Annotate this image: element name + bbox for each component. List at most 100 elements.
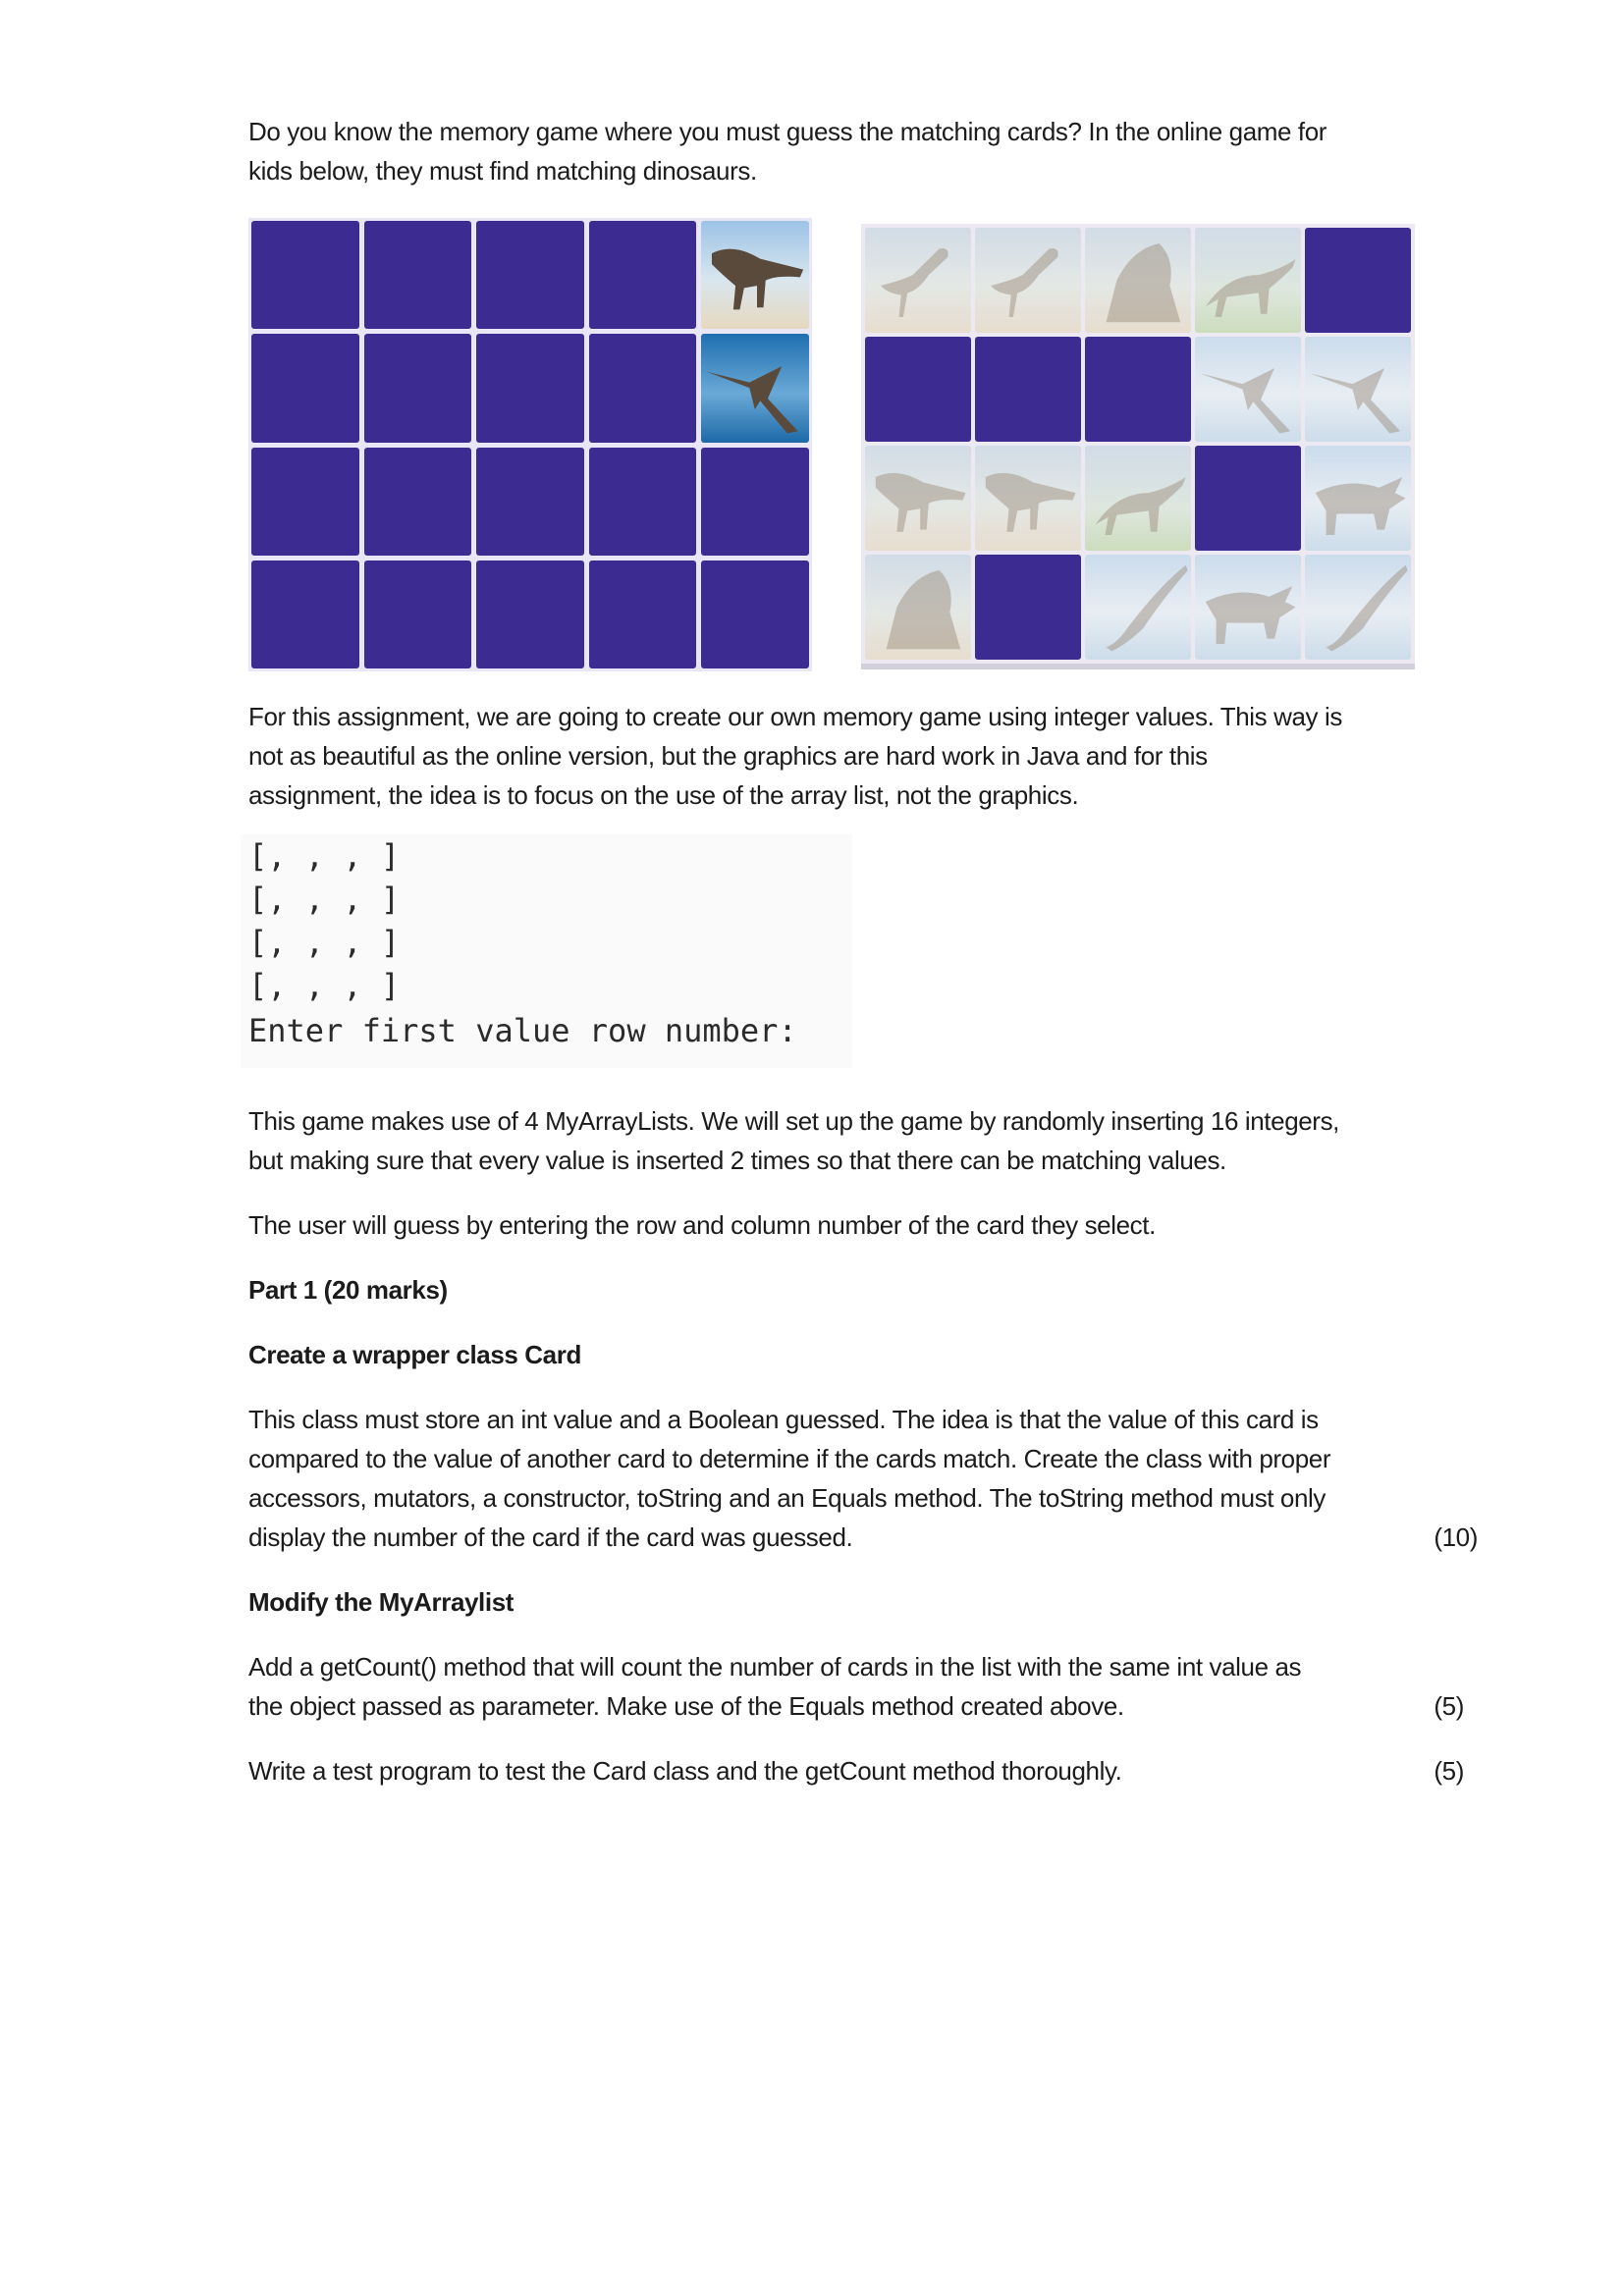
- right-grid-card-hidden: [865, 337, 971, 442]
- left-grid-card-hidden: [363, 447, 472, 556]
- right-grid-card-volcano-dino: [865, 555, 971, 660]
- console-row-1: [, , , ]: [248, 837, 401, 875]
- left-grid-card-hidden: [363, 334, 472, 443]
- card-class-marks: (10): [1434, 1522, 1478, 1552]
- console-row-2: [, , , ]: [248, 881, 401, 918]
- left-grid-card-hidden: [251, 560, 359, 668]
- left-grid-card-hidden: [251, 334, 359, 443]
- description-paragraph: For this assignment, we are going to cre…: [248, 697, 1495, 815]
- long-neck-shape: [1326, 564, 1408, 652]
- pterosaur-shape: [706, 366, 799, 434]
- console-row-3: [, , , ]: [248, 924, 401, 961]
- test-line-text: Write a test program to test the Card cl…: [248, 1756, 1122, 1786]
- left-grid-card-t-rex: [701, 221, 809, 330]
- volcano-dino-shape: [1106, 243, 1181, 323]
- right-grid-card-long-neck: [1085, 555, 1191, 660]
- long-neck-icon: [1326, 564, 1408, 652]
- left-grid-card-hidden: [476, 221, 584, 330]
- ostrich-dino-icon: [881, 248, 948, 317]
- right-grid-card-long-neck: [1305, 555, 1411, 660]
- t-rex-icon: [985, 472, 1076, 532]
- ostrich-dino-shape: [881, 248, 948, 317]
- test-marks: (5): [1434, 1756, 1464, 1786]
- pterosaur-icon: [706, 366, 799, 434]
- part1-heading: Part 1 (20 marks): [248, 1270, 1495, 1309]
- setup-paragraph: This game makes use of 4 MyArrayLists. W…: [248, 1101, 1495, 1180]
- left-grid-card-hidden: [701, 560, 809, 668]
- right-grid-card-hidden: [1305, 228, 1411, 333]
- pterosaur-icon: [1200, 368, 1291, 434]
- guess-info-paragraph: The user will guess by entering the row …: [248, 1205, 1495, 1245]
- modify-line-2-text: the object passed as parameter. Make use…: [248, 1691, 1124, 1721]
- modify-line-1: Add a getCount() method that will count …: [248, 1652, 1302, 1682]
- right-grid-card-triceratops: [1195, 555, 1301, 660]
- left-grid-card-hidden: [588, 334, 697, 443]
- description-line-2: not as beautiful as the online version, …: [248, 741, 1208, 771]
- card-class-line-4-text: display the number of the card if the ca…: [248, 1522, 853, 1552]
- t-rex-shape: [712, 248, 804, 310]
- right-grid-card-triceratops: [1305, 446, 1411, 551]
- triceratops-icon: [1205, 586, 1296, 644]
- left-grid-card-hidden: [476, 334, 584, 443]
- left-grid-card-hidden: [701, 447, 809, 556]
- left-grid-card-hidden: [363, 560, 472, 668]
- right-grid-card-pterosaur: [1195, 337, 1301, 442]
- part1-heading-text: Part 1 (20 marks): [248, 1275, 448, 1305]
- left-grid-card-hidden: [588, 560, 697, 668]
- t-rex-shape: [875, 472, 966, 532]
- left-grid-card-hidden: [476, 447, 584, 556]
- volcano-dino-shape: [886, 570, 961, 650]
- volcano-dino-icon: [886, 570, 961, 650]
- left-grid-card-hidden: [476, 560, 584, 668]
- volcano-dino-icon: [1106, 243, 1181, 323]
- test-paragraph: Write a test program to test the Card cl…: [248, 1751, 1495, 1790]
- pterosaur-shape: [1310, 368, 1401, 434]
- right-grid-card-hidden: [1195, 446, 1301, 551]
- stegosaurus-icon: [1205, 259, 1296, 317]
- triceratops-icon: [1315, 477, 1406, 535]
- memory-game-image-progress: [861, 224, 1415, 669]
- t-rex-icon: [712, 248, 804, 310]
- ostrich-dino-shape: [991, 248, 1058, 317]
- right-grid-card-ostrich-dino: [975, 228, 1081, 333]
- memory-game-image-start: [248, 218, 812, 671]
- console-prompt: Enter first value row number:: [248, 1012, 797, 1049]
- stegosaurus-icon: [1095, 477, 1186, 535]
- left-grid-card-hidden: [588, 447, 697, 556]
- modify-marks: (5): [1434, 1691, 1464, 1721]
- right-grid-card-t-rex: [865, 446, 971, 551]
- console-row-4: [, , , ]: [248, 967, 401, 1004]
- triceratops-shape: [1315, 477, 1406, 535]
- triceratops-shape: [1205, 586, 1296, 644]
- left-grid-card-pterosaur: [701, 334, 809, 443]
- right-grid-card-hidden: [975, 337, 1081, 442]
- right-grid-card-hidden: [975, 555, 1081, 660]
- right-grid-card-pterosaur: [1305, 337, 1411, 442]
- right-grid-card-hidden: [1085, 337, 1191, 442]
- ostrich-dino-icon: [991, 248, 1058, 317]
- card-class-line-3: accessors, mutators, a constructor, toSt…: [248, 1483, 1326, 1513]
- intro-paragraph: Do you know the memory game where you mu…: [248, 112, 1495, 190]
- modify-heading: Modify the MyArraylist: [248, 1582, 1495, 1622]
- setup-line-2: but making sure that every value is inse…: [248, 1146, 1226, 1175]
- right-grid-card-t-rex: [975, 446, 1081, 551]
- modify-paragraph: Add a getCount() method that will count …: [248, 1647, 1495, 1726]
- long-neck-shape: [1106, 564, 1188, 652]
- card-class-line-2: compared to the value of another card to…: [248, 1444, 1331, 1473]
- right-grid-card-stegosaurus: [1195, 228, 1301, 333]
- card-class-heading-text: Create a wrapper class Card: [248, 1340, 581, 1369]
- pterosaur-icon: [1310, 368, 1401, 434]
- card-class-line-1: This class must store an int value and a…: [248, 1405, 1319, 1434]
- right-grid-card-stegosaurus: [1085, 446, 1191, 551]
- description-line-1: For this assignment, we are going to cre…: [248, 702, 1342, 731]
- intro-line-1: Do you know the memory game where you mu…: [248, 117, 1327, 146]
- card-class-paragraph: This class must store an int value and a…: [248, 1400, 1495, 1557]
- guess-info-text: The user will guess by entering the row …: [248, 1210, 1156, 1240]
- long-neck-icon: [1106, 564, 1188, 652]
- t-rex-icon: [875, 472, 966, 532]
- right-grid-card-volcano-dino: [1085, 228, 1191, 333]
- modify-heading-text: Modify the MyArraylist: [248, 1587, 514, 1617]
- pterosaur-shape: [1200, 368, 1291, 434]
- left-grid-card-hidden: [251, 447, 359, 556]
- card-class-line-4: display the number of the card if the ca…: [248, 1518, 1495, 1557]
